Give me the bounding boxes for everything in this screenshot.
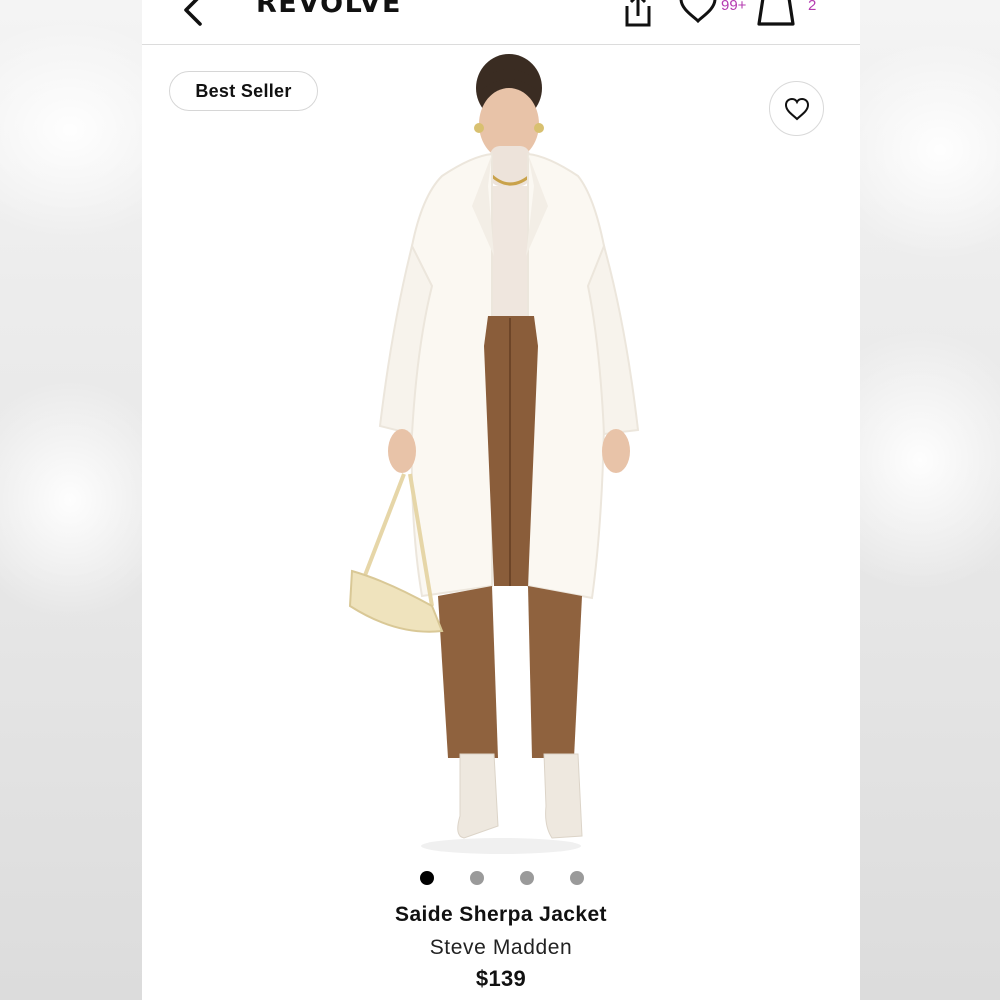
back-button[interactable] <box>176 0 210 32</box>
heart-icon <box>679 0 717 24</box>
share-icon <box>625 0 651 27</box>
bag-count-badge: 2 <box>808 0 817 14</box>
product-page: REVOLVE 99+ 2 Best Seller Saide Sherpa J… <box>142 0 860 1000</box>
product-brand[interactable]: Steve Madden <box>142 936 860 960</box>
product-price: $139 <box>475 966 527 991</box>
carousel-dot[interactable] <box>520 871 534 885</box>
carousel-dot[interactable] <box>570 871 584 885</box>
carousel-dot[interactable] <box>470 871 484 885</box>
right-backdrop <box>800 0 1000 1000</box>
brand-logo[interactable]: REVOLVE <box>256 0 402 19</box>
top-bar: REVOLVE 99+ 2 <box>142 0 860 45</box>
chevron-left-icon <box>184 0 202 26</box>
shopping-bag-button[interactable] <box>755 0 797 28</box>
favorite-button[interactable] <box>769 81 824 136</box>
shopping-bag-icon <box>757 0 795 26</box>
product-title: Saide Sherpa Jacket <box>395 903 607 926</box>
carousel-dot[interactable] <box>420 871 434 885</box>
share-button[interactable] <box>619 0 655 28</box>
heart-icon <box>784 97 809 120</box>
wishlist-count-badge: 99+ <box>721 0 747 14</box>
wishlist-button[interactable] <box>677 0 719 24</box>
product-photo[interactable] <box>142 46 860 856</box>
best-seller-badge: Best Seller <box>169 71 318 111</box>
left-backdrop <box>0 0 200 1000</box>
